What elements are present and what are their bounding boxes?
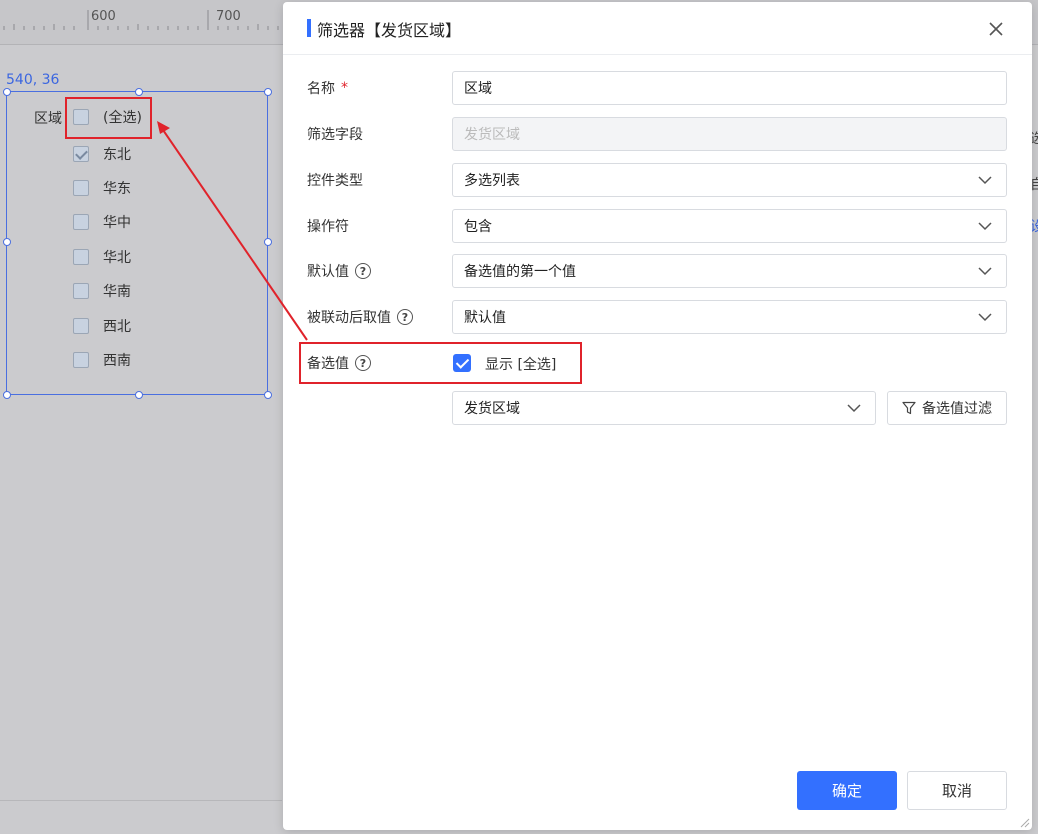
widget-option[interactable]: 华中 xyxy=(73,213,131,231)
default-value-label: 默认值 xyxy=(307,264,349,280)
linked-value-label: 被联动后取值 xyxy=(307,310,391,326)
chevron-down-icon xyxy=(978,222,992,231)
option-label: 西南 xyxy=(103,353,131,369)
confirm-button[interactable]: 确定 xyxy=(797,771,897,810)
chevron-down-icon xyxy=(847,404,861,413)
title-accent-bar xyxy=(307,19,311,37)
chevron-down-icon xyxy=(978,313,992,322)
checkbox[interactable] xyxy=(73,180,89,196)
filter-field-label-row: 筛选字段 xyxy=(307,117,363,151)
widget-option[interactable]: 西北 xyxy=(73,317,131,335)
highlight-box-options xyxy=(299,342,582,384)
coordinate-readout: 540, 36 xyxy=(6,72,60,88)
name-label-row: 名称 * xyxy=(307,71,348,105)
ruler-label-700: 700 xyxy=(216,9,241,24)
options-source-select[interactable]: 发货区域 xyxy=(452,391,876,425)
option-label: 华南 xyxy=(103,284,131,300)
chevron-down-icon xyxy=(978,176,992,185)
highlight-box-select-all xyxy=(65,97,152,139)
resize-handle-tl[interactable] xyxy=(3,88,11,96)
resize-handle-l[interactable] xyxy=(3,238,11,246)
linked-value-label-row: 被联动后取值 ? xyxy=(307,300,413,334)
options-filter-button[interactable]: 备选值过滤 xyxy=(887,391,1007,425)
dialog-header: 筛选器【发货区域】 xyxy=(283,2,1032,55)
name-input-value: 区域 xyxy=(464,81,492,97)
operator-value: 包含 xyxy=(464,219,492,235)
control-type-select[interactable]: 多选列表 xyxy=(452,163,1007,197)
help-icon[interactable]: ? xyxy=(397,309,413,325)
resize-handle-b[interactable] xyxy=(135,391,143,399)
checkbox[interactable] xyxy=(73,283,89,299)
widget-option[interactable]: 西南 xyxy=(73,351,131,369)
resize-handle-r[interactable] xyxy=(264,238,272,246)
resize-handle-tr[interactable] xyxy=(264,88,272,96)
checkbox[interactable] xyxy=(73,146,89,162)
default-value-select[interactable]: 备选值的第一个值 xyxy=(452,254,1007,288)
close-icon[interactable] xyxy=(987,20,1005,38)
filter-icon xyxy=(902,401,916,415)
help-icon[interactable]: ? xyxy=(355,263,371,279)
resize-handle-bl[interactable] xyxy=(3,391,11,399)
required-mark: * xyxy=(341,80,348,96)
option-label: 华中 xyxy=(103,215,131,231)
option-label: 西北 xyxy=(103,319,131,335)
resize-grip-icon[interactable] xyxy=(1020,818,1030,828)
widget-option[interactable]: 华东 xyxy=(73,179,131,197)
ruler-label-600: 600 xyxy=(91,9,116,24)
linked-value-select[interactable]: 默认值 xyxy=(452,300,1007,334)
filter-button-label: 备选值过滤 xyxy=(922,401,992,417)
canvas-divider xyxy=(0,800,282,801)
checkbox[interactable] xyxy=(73,352,89,368)
widget-label: 区域 xyxy=(34,111,62,127)
operator-label: 操作符 xyxy=(307,219,349,235)
filter-field-label: 筛选字段 xyxy=(307,127,363,143)
name-label: 名称 xyxy=(307,81,335,97)
widget-option[interactable]: 华南 xyxy=(73,282,131,300)
filter-dialog: 筛选器【发货区域】 名称 * 区域 筛选字段 发货区域 控件类型 多选列表 操作… xyxy=(283,2,1032,830)
operator-label-row: 操作符 xyxy=(307,209,349,243)
default-value-value: 备选值的第一个值 xyxy=(464,264,576,280)
filter-field-input: 发货区域 xyxy=(452,117,1007,151)
checkbox[interactable] xyxy=(73,318,89,334)
option-label: 华东 xyxy=(103,181,131,197)
checkbox[interactable] xyxy=(73,214,89,230)
option-label: 华北 xyxy=(103,250,131,266)
option-label: 东北 xyxy=(103,147,131,163)
linked-value-value: 默认值 xyxy=(464,310,506,326)
options-source-value: 发货区域 xyxy=(464,401,520,417)
widget-option[interactable]: 东北 xyxy=(73,145,131,163)
widget-option[interactable]: 华北 xyxy=(73,248,131,266)
checkbox[interactable] xyxy=(73,249,89,265)
name-input[interactable]: 区域 xyxy=(452,71,1007,105)
dialog-title: 筛选器【发货区域】 xyxy=(317,21,462,40)
filter-field-value: 发货区域 xyxy=(464,127,520,143)
chevron-down-icon xyxy=(978,267,992,276)
control-type-label-row: 控件类型 xyxy=(307,163,363,197)
resize-handle-t[interactable] xyxy=(135,88,143,96)
resize-handle-br[interactable] xyxy=(264,391,272,399)
default-value-label-row: 默认值 ? xyxy=(307,254,371,288)
control-type-value: 多选列表 xyxy=(464,173,520,189)
control-type-label: 控件类型 xyxy=(307,173,363,189)
operator-select[interactable]: 包含 xyxy=(452,209,1007,243)
cancel-button[interactable]: 取消 xyxy=(907,771,1007,810)
